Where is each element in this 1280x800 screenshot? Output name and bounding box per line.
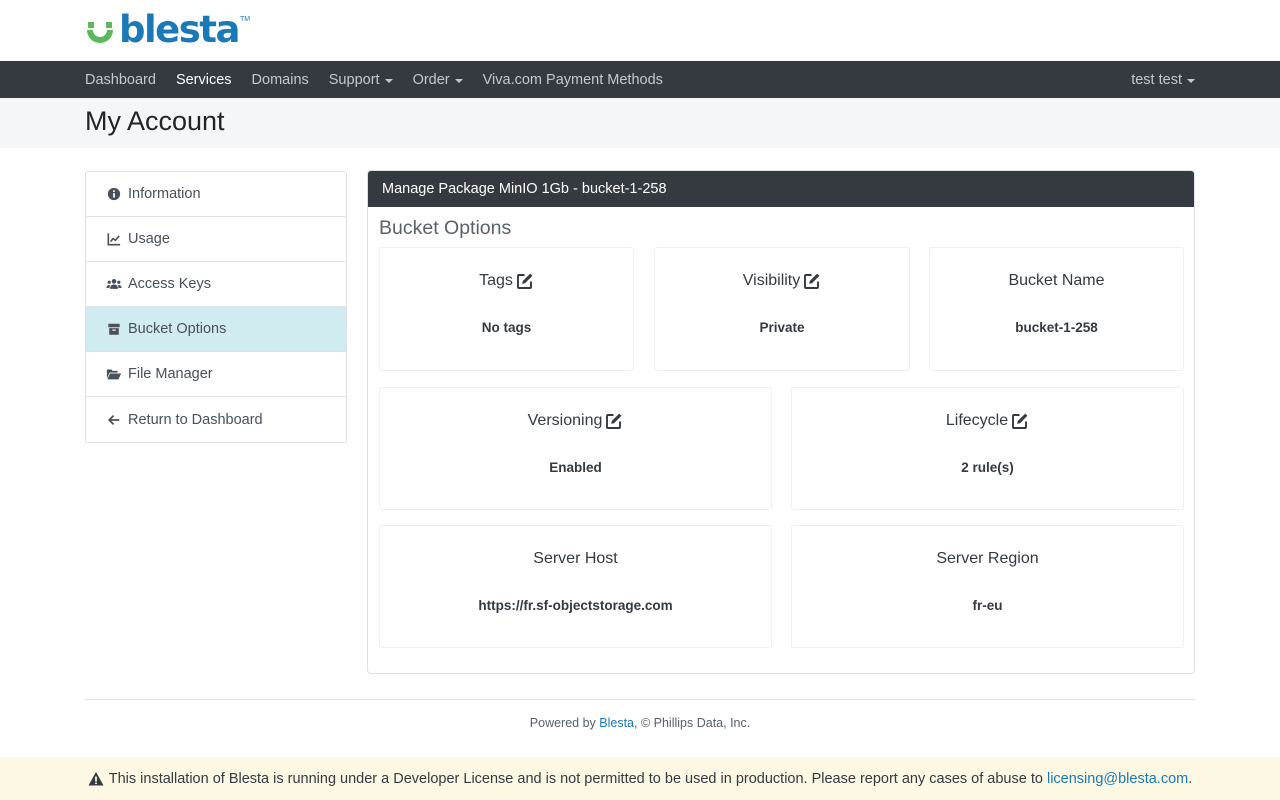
nav-label: Dashboard [85, 71, 156, 88]
server-region-card: Server Region fr-eu [791, 525, 1184, 648]
nav-dashboard[interactable]: Dashboard [85, 72, 156, 88]
box-icon [106, 322, 122, 336]
card-title: Tags [380, 272, 633, 290]
logo-trademark: TM [239, 16, 251, 23]
card-title-text: Server Region [936, 550, 1039, 567]
sidebar-item-label: Information [128, 186, 201, 202]
visibility-card: Visibility Private [654, 247, 910, 371]
card-title-text: Server Host [533, 550, 618, 567]
card-value: bucket-1-258 [1015, 320, 1098, 335]
card-title: Bucket Name [930, 272, 1183, 290]
sidebar-item-bucket-options[interactable]: Bucket Options [86, 307, 346, 352]
tags-card: Tags No tags [379, 247, 634, 371]
card-title: Visibility [655, 272, 909, 290]
card-value: 2 rule(s) [961, 460, 1014, 475]
card-value: No tags [481, 320, 532, 335]
logo-smile-icon [85, 16, 117, 48]
caret-down-icon [454, 78, 463, 83]
sidebar-item-information[interactable]: Information [86, 172, 346, 217]
footer: Powered by Blesta, © Phillips Data, Inc. [0, 716, 1280, 730]
developer-license-notice: This installation of Blesta is running u… [0, 757, 1280, 800]
sidebar-item-label: Bucket Options [128, 321, 227, 337]
card-value: Private [759, 320, 805, 335]
licensing-email-link[interactable]: licensing@blesta.com [1047, 771, 1188, 787]
nav-viva-payment-methods[interactable]: Viva.com Payment Methods [483, 72, 663, 88]
card-title-text: Versioning [527, 412, 603, 429]
arrow-left-icon [106, 413, 122, 427]
lifecycle-card: Lifecycle 2 rule(s) [791, 387, 1184, 510]
card-value: Enabled [549, 460, 602, 475]
sidebar-item-label: File Manager [128, 366, 213, 382]
main-nav: Dashboard Services Domains Support Order… [85, 61, 683, 98]
footer-prefix: Powered by [529, 716, 600, 730]
notice-end: . [1188, 770, 1193, 787]
title-bar: My Account [0, 98, 1280, 148]
edit-icon[interactable] [516, 272, 534, 290]
nav-order[interactable]: Order [413, 72, 463, 88]
user-name: test test [1131, 71, 1182, 88]
card-title-text: Lifecycle [945, 412, 1009, 429]
nav-label: Services [175, 71, 232, 88]
caret-down-icon [384, 78, 393, 83]
card-title-text: Visibility [742, 272, 801, 289]
manage-package-panel: Manage Package MinIO 1Gb - bucket-1-258 … [367, 170, 1195, 674]
edit-icon[interactable] [1011, 412, 1029, 430]
sidebar-item-usage[interactable]: Usage [86, 217, 346, 262]
edit-icon[interactable] [605, 412, 623, 430]
logo-text: blesta [119, 8, 240, 51]
card-title: Server Host [380, 550, 771, 568]
footer-blesta-link[interactable]: Blesta [599, 716, 634, 730]
nav-label: Support [328, 71, 380, 88]
nav-label: Order [412, 71, 450, 88]
nav-services[interactable]: Services [176, 72, 232, 88]
folder-open-icon [106, 367, 122, 381]
info-circle-icon [106, 187, 122, 201]
bucket-name-card: Bucket Name bucket-1-258 [929, 247, 1184, 371]
logo-bar: blesta TM [0, 0, 1280, 61]
panel-subtitle: Bucket Options [379, 217, 512, 239]
nav-label: Viva.com Payment Methods [482, 71, 663, 88]
nav-label: Domains [251, 71, 309, 88]
edit-icon[interactable] [803, 272, 821, 290]
footer-suffix: , © Phillips Data, Inc. [634, 716, 751, 730]
blesta-logo[interactable]: blesta TM [85, 8, 251, 51]
user-menu[interactable]: test test [1131, 61, 1195, 98]
card-value: https://fr.sf-objectstorage.com [478, 598, 673, 613]
top-navbar: Dashboard Services Domains Support Order… [0, 61, 1280, 98]
warning-icon [88, 771, 104, 787]
sidebar-item-file-manager[interactable]: File Manager [86, 352, 346, 397]
sidebar-item-access-keys[interactable]: Access Keys [86, 262, 346, 307]
page-title: My Account [85, 106, 225, 136]
card-title-text: Bucket Name [1008, 272, 1105, 289]
card-title-text: Tags [479, 272, 513, 289]
caret-down-icon [1187, 78, 1195, 83]
nav-domains[interactable]: Domains [252, 72, 309, 88]
chart-line-icon [106, 232, 122, 246]
card-title: Server Region [792, 550, 1183, 568]
sidebar-menu: Information Usage Access Keys Bucket Opt… [85, 171, 347, 443]
users-icon [106, 277, 122, 291]
server-host-card: Server Host https://fr.sf-objectstorage.… [379, 525, 772, 648]
sidebar-item-label: Access Keys [128, 276, 211, 292]
card-title: Versioning [380, 412, 771, 430]
footer-divider [85, 699, 1195, 700]
card-title: Lifecycle [792, 412, 1183, 430]
sidebar-item-label: Return to Dashboard [128, 411, 263, 428]
card-value: fr-eu [972, 598, 1003, 613]
panel-header: Manage Package MinIO 1Gb - bucket-1-258 [368, 171, 1194, 207]
sidebar-item-label: Usage [128, 231, 170, 247]
versioning-card: Versioning Enabled [379, 387, 772, 510]
sidebar-item-return-dashboard[interactable]: Return to Dashboard [86, 397, 346, 442]
notice-text: This installation of Blesta is running u… [108, 770, 1047, 787]
nav-support[interactable]: Support [329, 72, 393, 88]
